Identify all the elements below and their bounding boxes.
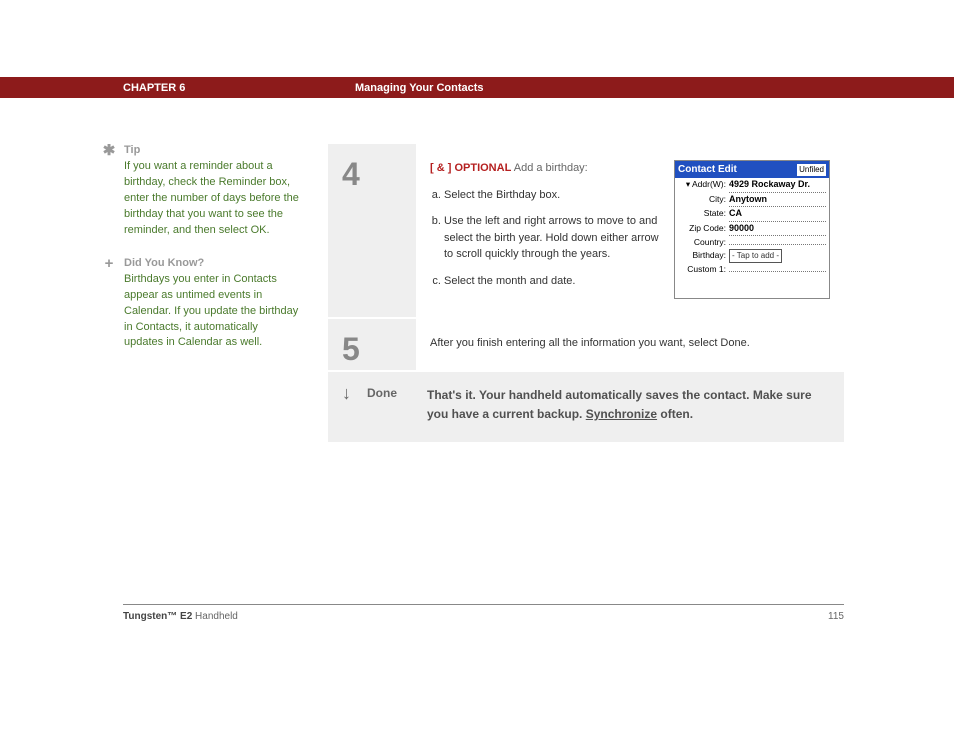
step-4: 4 [ & ] OPTIONAL Add a birthday: Select … xyxy=(328,144,844,317)
contact-edit-screenshot: Contact Edit Unfiled ▾ Addr(W):4929 Rock… xyxy=(674,160,830,299)
chapter-title: Managing Your Contacts xyxy=(355,82,484,94)
optional-label: OPTIONAL xyxy=(454,162,511,174)
step-5-text: After you finish entering all the inform… xyxy=(430,335,830,352)
step-number: 4 xyxy=(328,144,416,317)
done-text: That's it. Your handheld automatically s… xyxy=(427,386,830,424)
screenshot-titlebar: Contact Edit Unfiled xyxy=(675,161,829,178)
page-body: ✱ Tip If you want a reminder about a bir… xyxy=(100,144,844,444)
state-value: CA xyxy=(729,207,826,222)
done-block: ↓ Done That's it. Your handheld automati… xyxy=(328,372,844,442)
birthday-label: Birthday: xyxy=(678,249,726,262)
step-5: 5 After you finish entering all the info… xyxy=(328,319,844,370)
city-label: City: xyxy=(678,193,726,206)
zip-label: Zip Code: xyxy=(678,222,726,235)
chapter-label: CHAPTER 6 xyxy=(123,82,355,94)
substep-b: Use the left and right arrows to move to… xyxy=(444,213,660,263)
done-arrow-icon: ↓ xyxy=(342,386,351,424)
footer: Tungsten™ E2 Handheld 115 xyxy=(123,604,844,622)
custom-value xyxy=(729,271,826,272)
city-value: Anytown xyxy=(729,193,826,208)
substep-a: Select the Birthday box. xyxy=(444,187,660,204)
birthday-value: - Tap to add - xyxy=(729,249,782,263)
step-4-lead: Add a birthday: xyxy=(514,162,588,174)
screenshot-category: Unfiled xyxy=(797,164,826,176)
addr-value: 4929 Rockaway Dr. xyxy=(729,178,826,193)
asterisk-icon: ✱ xyxy=(100,144,118,158)
tip-body: If you want a reminder about a birthday,… xyxy=(124,159,300,239)
page-number: 115 xyxy=(828,611,844,622)
addr-label: ▾ Addr(W): xyxy=(678,178,726,191)
dyk-block: + Did You Know? Birthdays you enter in C… xyxy=(100,257,300,352)
substeps: Select the Birthday box. Use the left an… xyxy=(430,187,660,290)
custom-label: Custom 1: xyxy=(678,263,726,276)
header-bar: CHAPTER 6 Managing Your Contacts xyxy=(0,77,954,98)
synchronize-link[interactable]: Synchronize xyxy=(586,407,657,421)
country-value xyxy=(729,244,826,245)
substep-c: Select the month and date. xyxy=(444,273,660,290)
main-content: 4 [ & ] OPTIONAL Add a birthday: Select … xyxy=(328,144,844,444)
screenshot-title: Contact Edit xyxy=(678,162,737,177)
optional-brackets: [ & ] xyxy=(430,162,451,174)
step-4-text: [ & ] OPTIONAL Add a birthday: Select th… xyxy=(430,160,660,299)
country-label: Country: xyxy=(678,236,726,249)
tip-heading: Tip xyxy=(124,144,300,156)
step-number: 5 xyxy=(328,319,416,370)
done-label: Done xyxy=(367,386,411,424)
dyk-heading: Did You Know? xyxy=(124,257,300,269)
state-label: State: xyxy=(678,207,726,220)
plus-icon: + xyxy=(100,257,118,271)
dyk-body: Birthdays you enter in Contacts appear a… xyxy=(124,272,300,352)
sidebar: ✱ Tip If you want a reminder about a bir… xyxy=(100,144,300,444)
zip-value: 90000 xyxy=(729,222,826,237)
tip-block: ✱ Tip If you want a reminder about a bir… xyxy=(100,144,300,239)
product-name: Tungsten™ E2 Handheld xyxy=(123,611,238,622)
